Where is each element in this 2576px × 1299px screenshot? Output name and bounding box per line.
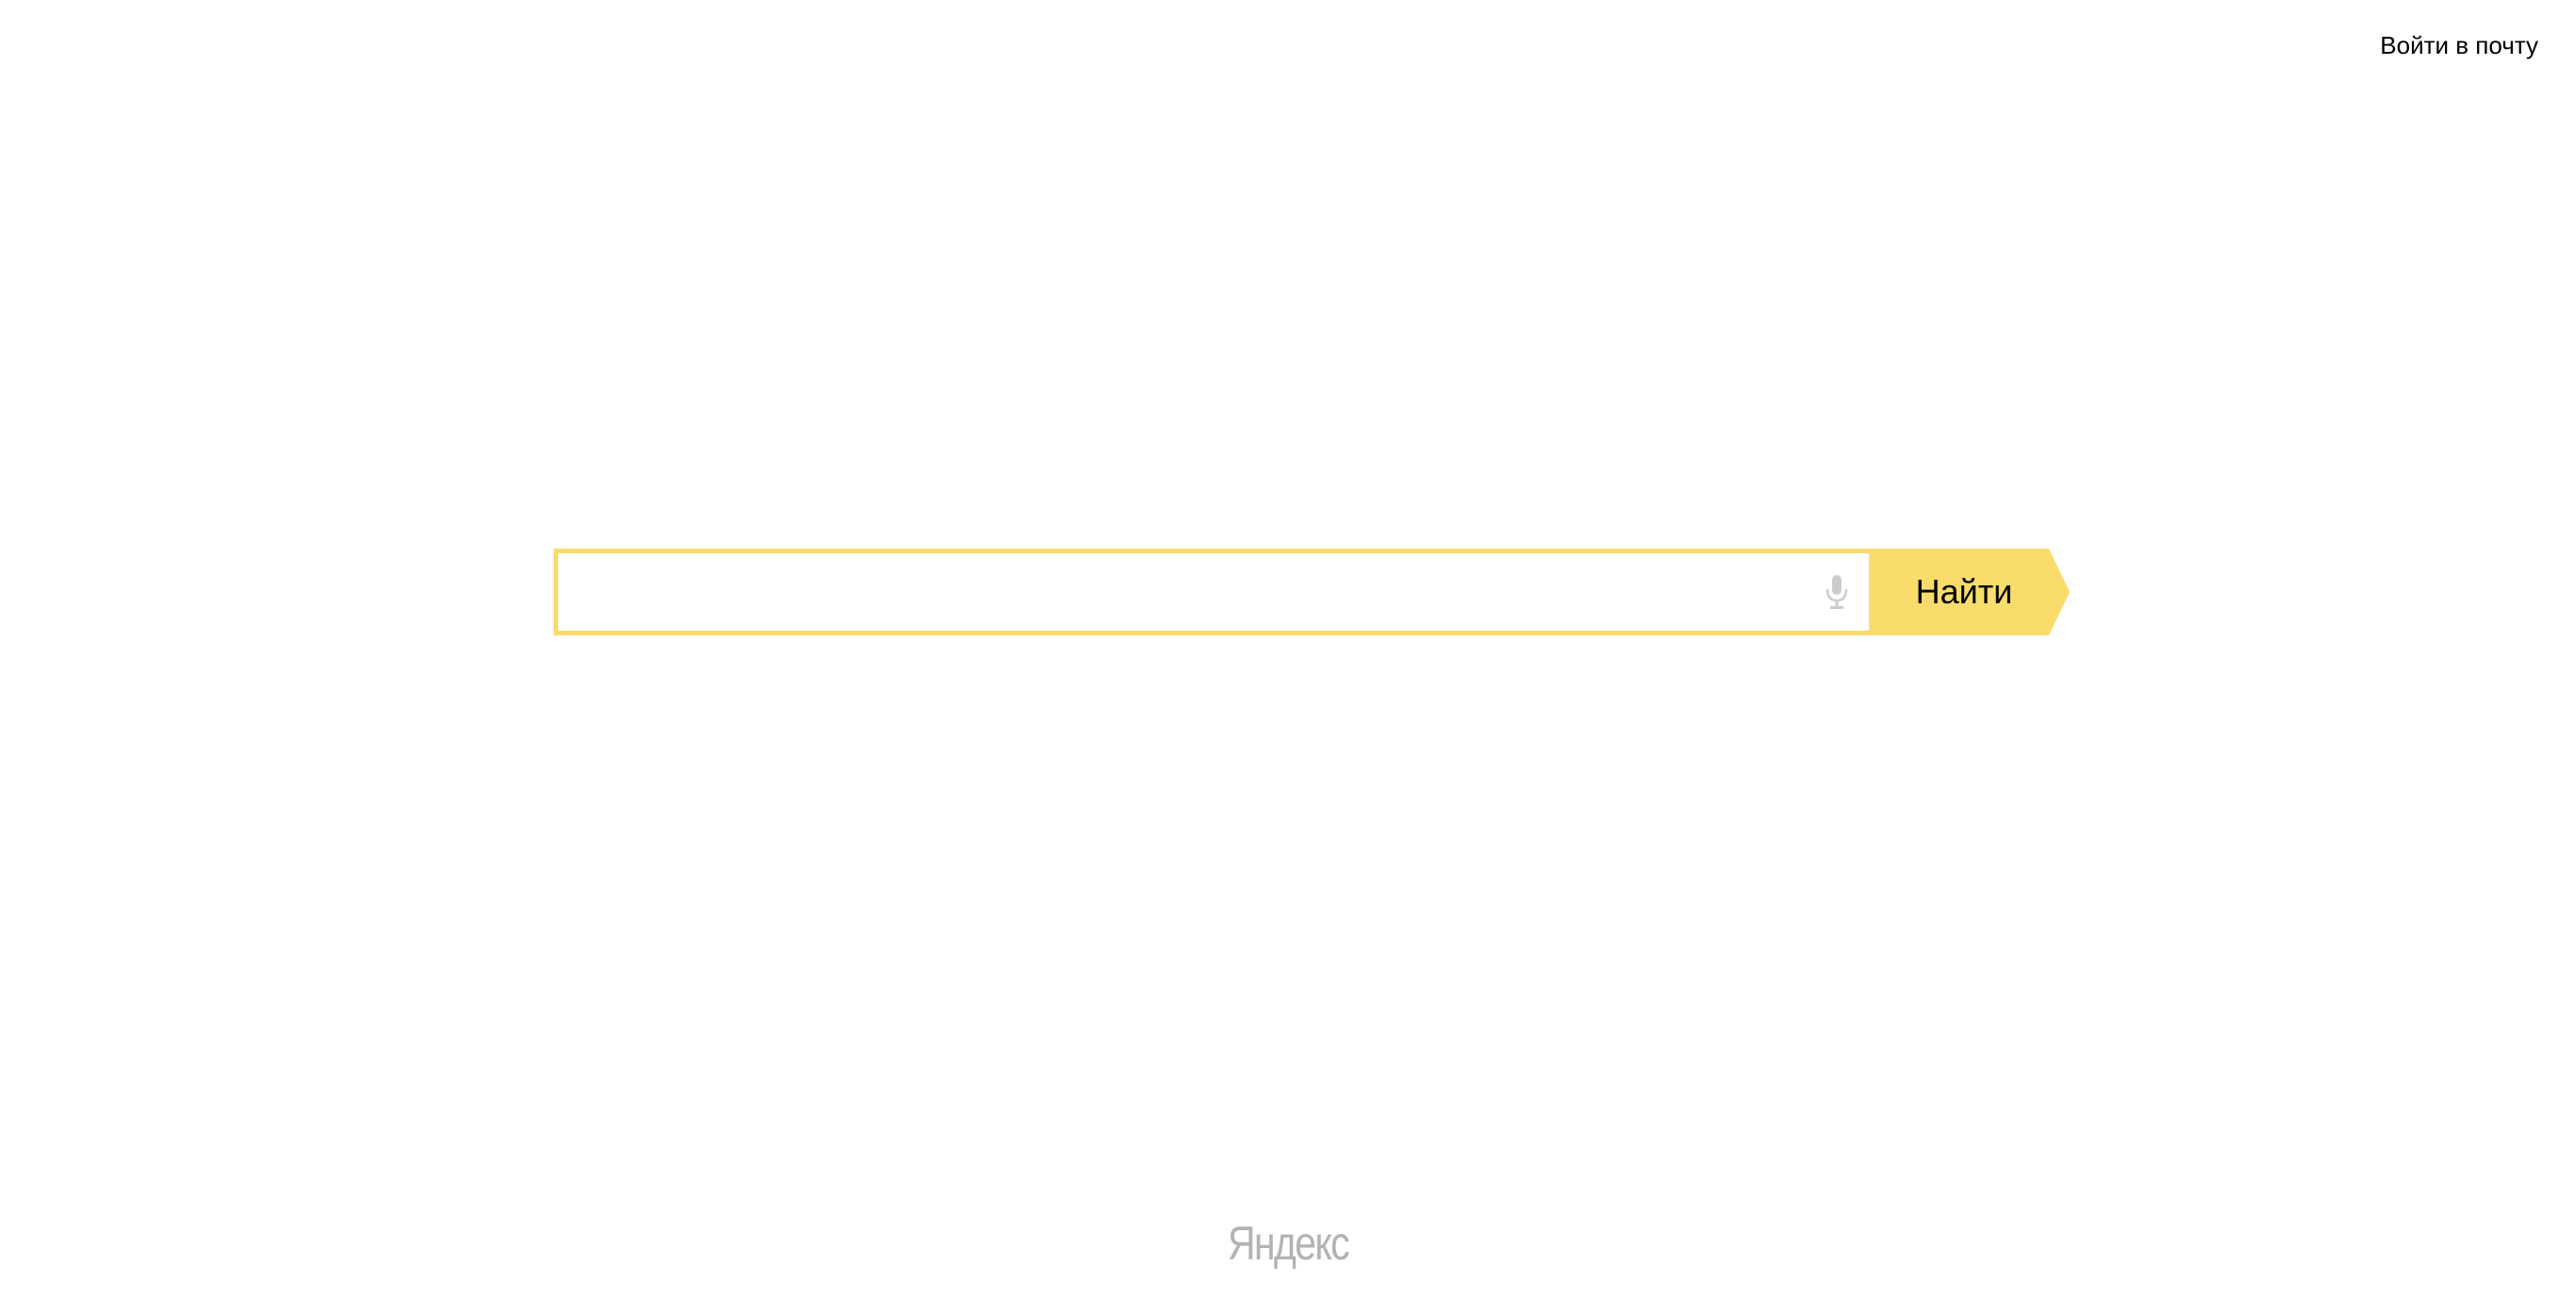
search-form: Найти: [553, 549, 2070, 635]
microphone-icon[interactable]: [1823, 575, 1851, 609]
search-button-label: Найти: [1915, 572, 2013, 611]
search-button[interactable]: Найти: [1870, 549, 2070, 635]
yandex-logo[interactable]: Яндекс: [232, 1216, 2344, 1271]
login-mail-link[interactable]: Войти в почту: [2380, 28, 2538, 62]
page: Войти в почту Найти Яндекс: [0, 0, 2576, 1299]
search-input[interactable]: [558, 553, 1803, 631]
